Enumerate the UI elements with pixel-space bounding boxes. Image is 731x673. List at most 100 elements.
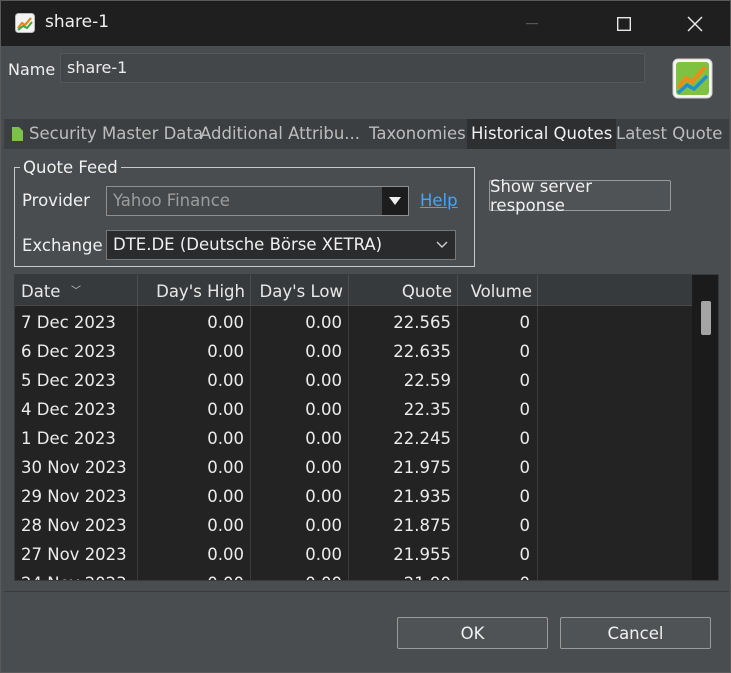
provider-value: Yahoo Finance xyxy=(113,191,230,210)
cell-days-high: 0.00 xyxy=(137,569,250,580)
column-header-days-low[interactable]: Day's Low xyxy=(251,275,349,306)
table-row[interactable]: 1 Dec 2023 0.00 0.00 22.245 0 xyxy=(15,424,692,453)
provider-dropdown[interactable]: Yahoo Finance xyxy=(106,186,409,216)
document-icon xyxy=(12,127,23,141)
table-row[interactable]: 28 Nov 2023 0.00 0.00 21.875 0 xyxy=(15,511,692,540)
cell-days-high: 0.00 xyxy=(207,342,244,361)
minimize-icon xyxy=(526,22,538,24)
chevron-down-icon xyxy=(429,231,455,259)
cell-days-high: 0.00 xyxy=(207,487,244,506)
cell-quote: 22.565 xyxy=(393,313,451,332)
cell-date: 5 Dec 2023 xyxy=(21,371,116,390)
cell-days-high: 0.00 xyxy=(207,516,244,535)
app-icon xyxy=(15,13,35,33)
quote-feed-legend: Quote Feed xyxy=(20,158,121,177)
cell-volume: 0 xyxy=(519,429,531,448)
tab-historical-quotes[interactable]: Historical Quotes xyxy=(467,119,617,149)
provider-label: Provider xyxy=(22,191,90,210)
table-row[interactable]: 30 Nov 2023 0.00 0.00 21.975 0 xyxy=(15,453,692,482)
column-header-days-high[interactable]: Day's High xyxy=(138,275,251,306)
cancel-button[interactable]: Cancel xyxy=(560,617,711,649)
tab-latest-quote[interactable]: Latest Quote xyxy=(616,119,722,149)
cell-volume: 0 xyxy=(519,313,531,332)
cell-days-low: 0.00 xyxy=(305,516,342,535)
cell-quote: 22.245 xyxy=(393,429,451,448)
cell-quote: 21.875 xyxy=(393,516,451,535)
dialog-window: share-1 Name share-1 Security Master Dat… xyxy=(0,0,731,673)
help-link[interactable]: Help xyxy=(420,191,458,210)
window-title: share-1 xyxy=(45,12,110,32)
column-header-date[interactable]: ﹀ Date xyxy=(15,275,138,306)
maximize-button[interactable] xyxy=(594,1,654,46)
cell-days-high: 0.00 xyxy=(207,429,244,448)
cell-volume: 0 xyxy=(519,342,531,361)
cell-days-high: 0.00 xyxy=(207,313,244,332)
cell-quote: 21.955 xyxy=(393,545,451,564)
cell-quote: 22.35 xyxy=(403,400,451,419)
exchange-label: Exchange xyxy=(22,236,103,255)
minimize-button[interactable] xyxy=(502,1,562,46)
ok-button[interactable]: OK xyxy=(397,617,548,649)
cell-days-low: 0.00 xyxy=(305,371,342,390)
tab-security-master-data[interactable]: Security Master Data xyxy=(7,119,203,149)
dropdown-arrow-icon xyxy=(382,187,408,215)
cell-date: 29 Nov 2023 xyxy=(21,487,127,506)
table-body: 7 Dec 2023 0.00 0.00 22.565 0 6 Dec 2023 0.00 0… xyxy=(15,306,692,580)
table-row[interactable]: 27 Nov 2023 0.00 0.00 21.955 0 xyxy=(15,540,692,569)
cell-date: 24 Nov 2023 xyxy=(15,569,137,580)
tab-additional-attributes[interactable]: Additional Attribu... xyxy=(200,119,360,149)
cell-days-low: 0.00 xyxy=(305,458,342,477)
cell-quote: 21.975 xyxy=(393,458,451,477)
title-bar[interactable]: share-1 xyxy=(1,1,730,46)
quotes-table: ﹀ Date Day's High Day's Low Quote Volume… xyxy=(14,274,719,581)
cell-days-high: 0.00 xyxy=(207,400,244,419)
cell-date: 1 Dec 2023 xyxy=(21,429,116,448)
name-label: Name xyxy=(8,60,56,79)
cell-date: 30 Nov 2023 xyxy=(21,458,127,477)
cell-days-low: 0.00 xyxy=(305,342,342,361)
footer-divider xyxy=(4,591,729,592)
cell-quote: 22.59 xyxy=(403,371,451,390)
cell-days-low: 0.00 xyxy=(250,569,348,580)
table-row[interactable]: 7 Dec 2023 0.00 0.00 22.565 0 xyxy=(15,308,692,337)
table-row[interactable]: 4 Dec 2023 0.00 0.00 22.35 0 xyxy=(15,395,692,424)
cell-volume: 0 xyxy=(519,371,531,390)
scrollbar-thumb[interactable] xyxy=(701,301,711,335)
cell-date: 4 Dec 2023 xyxy=(21,400,116,419)
exchange-dropdown[interactable]: DTE.DE (Deutsche Börse XETRA) xyxy=(106,230,456,260)
cell-quote: 21.90 xyxy=(348,569,457,580)
cell-days-low: 0.00 xyxy=(305,313,342,332)
cell-volume: 0 xyxy=(519,516,531,535)
cell-volume: 0 xyxy=(519,458,531,477)
maximize-icon xyxy=(617,16,631,31)
name-input[interactable]: share-1 xyxy=(60,53,645,83)
cell-volume: 0 xyxy=(519,400,531,419)
cell-quote: 21.935 xyxy=(393,487,451,506)
cell-days-low: 0.00 xyxy=(305,545,342,564)
table-row[interactable]: 24 Nov 20230.000.0021.900 xyxy=(15,569,692,580)
cell-date: 28 Nov 2023 xyxy=(21,516,127,535)
cell-days-low: 0.00 xyxy=(305,400,342,419)
column-header-volume[interactable]: Volume xyxy=(458,275,538,306)
table-header: ﹀ Date Day's High Day's Low Quote Volume xyxy=(15,275,692,306)
show-server-response-button[interactable]: Show server response xyxy=(489,177,671,215)
close-icon xyxy=(687,15,703,32)
cell-date: 6 Dec 2023 xyxy=(21,342,116,361)
sort-indicator-icon: ﹀ xyxy=(71,286,81,297)
cell-volume: 0 xyxy=(457,569,537,580)
table-row[interactable]: 5 Dec 2023 0.00 0.00 22.59 0 xyxy=(15,366,692,395)
cell-days-high: 0.00 xyxy=(207,545,244,564)
close-button[interactable] xyxy=(665,1,725,46)
cell-days-low: 0.00 xyxy=(305,429,342,448)
cell-date: 27 Nov 2023 xyxy=(21,545,127,564)
table-row[interactable]: 29 Nov 2023 0.00 0.00 21.935 0 xyxy=(15,482,692,511)
cell-days-high: 0.00 xyxy=(207,371,244,390)
column-header-quote[interactable]: Quote xyxy=(349,275,458,306)
table-row[interactable]: 6 Dec 2023 0.00 0.00 22.635 0 xyxy=(15,337,692,366)
cell-date: 7 Dec 2023 xyxy=(21,313,116,332)
tab-taxonomies[interactable]: Taxonomies xyxy=(369,119,466,149)
tab-bar: Security Master Data Additional Attribu.… xyxy=(4,119,729,149)
cell-volume: 0 xyxy=(519,545,531,564)
security-logo-icon xyxy=(672,58,713,99)
cell-days-high: 0.00 xyxy=(207,458,244,477)
